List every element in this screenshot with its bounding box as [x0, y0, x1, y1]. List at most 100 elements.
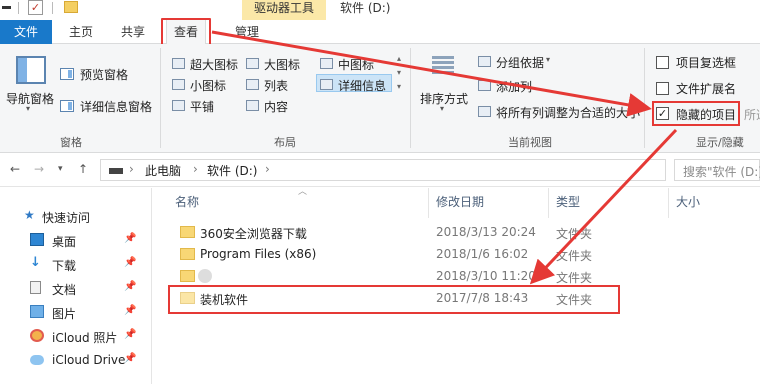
- file-extensions-label[interactable]: 文件扩展名: [676, 80, 736, 97]
- nav-item-pictures[interactable]: 图片 📌: [0, 302, 152, 324]
- folder-icon: [180, 270, 195, 282]
- nav-item-label: 快速访问: [42, 211, 91, 225]
- table-row[interactable]: 360安全浏览器下载 2018/3/13 20:24 文件夹: [170, 222, 750, 244]
- layout-content[interactable]: 内容: [264, 98, 288, 115]
- add-columns-button[interactable]: 添加列: [496, 78, 532, 95]
- new-folder-icon[interactable]: [64, 1, 78, 13]
- layout-list[interactable]: 列表: [264, 77, 288, 94]
- panes-group-label: 窗格: [60, 136, 82, 149]
- column-header-date[interactable]: 修改日期: [436, 193, 484, 210]
- file-type: 文件夹: [556, 227, 593, 241]
- pin-icon[interactable]: 📌: [124, 353, 136, 364]
- details-pane-button[interactable]: 详细信息窗格: [80, 98, 152, 115]
- recent-locations-icon[interactable]: ▾: [58, 161, 63, 177]
- group-by-icon: [478, 56, 491, 67]
- file-date: 2018/3/13 20:24: [436, 225, 536, 239]
- layout-extra-large-icons[interactable]: 超大图标: [190, 56, 238, 73]
- title-strip: ✓ 驱动器工具 软件 (D:): [0, 0, 760, 20]
- column-separator[interactable]: [428, 188, 429, 218]
- file-date: 2018/3/10 11:20: [436, 269, 536, 283]
- preview-pane-button[interactable]: 预览窗格: [80, 66, 128, 83]
- window-title: 软件 (D:): [340, 1, 391, 15]
- drive-tools-context-label: 驱动器工具: [242, 0, 326, 20]
- layout-large-icons[interactable]: 大图标: [264, 56, 300, 73]
- layout-small-icons[interactable]: 小图标: [190, 77, 226, 94]
- nav-item-icloud-drive[interactable]: iCloud Drive 📌: [0, 350, 152, 372]
- nav-item-downloads[interactable]: ↓ 下载 📌: [0, 254, 152, 276]
- list-icon: [246, 79, 259, 90]
- nav-item-label: 下载: [52, 259, 77, 273]
- extra-large-icons-icon: [172, 58, 185, 69]
- pin-icon[interactable]: 📌: [124, 233, 136, 244]
- group-by-button[interactable]: 分组依据: [496, 54, 544, 71]
- file-type: 文件夹: [556, 271, 593, 285]
- file-extensions-checkbox[interactable]: [656, 82, 669, 95]
- ribbon: 导航窗格 ▾ 预览窗格 详细信息窗格 窗格 超大图标 大图标 中图标 小图标 列…: [0, 44, 760, 153]
- current-view-group-label: 当前视图: [508, 136, 552, 149]
- navigation-row: ← → ▾ ↑ › 此电脑 › 软件 (D:) › 搜索"软件 (D:)": [0, 153, 760, 187]
- breadcrumb-drive[interactable]: 软件 (D:): [207, 162, 257, 179]
- layout-details[interactable]: 详细信息: [338, 77, 386, 94]
- layout-gallery-scroll[interactable]: ▴ ▾ ▾: [394, 52, 404, 96]
- tab-manage[interactable]: 管理: [226, 20, 268, 44]
- show-hide-group-label: 显示/隐藏: [696, 136, 744, 149]
- tab-home[interactable]: 主页: [60, 20, 102, 44]
- group-separator: [410, 48, 411, 148]
- column-separator[interactable]: [548, 188, 549, 218]
- layout-tiles[interactable]: 平铺: [190, 98, 214, 115]
- nav-item-label: 图片: [52, 307, 77, 321]
- icloud-photos-icon: [30, 329, 44, 342]
- layout-group-label: 布局: [274, 136, 296, 149]
- search-placeholder: 搜索"软件 (D:)": [683, 165, 760, 179]
- size-columns-icon: [478, 106, 491, 117]
- column-header-size[interactable]: 大小: [676, 193, 700, 210]
- column-separator[interactable]: [668, 188, 669, 218]
- breadcrumb-separator: ›: [265, 162, 270, 176]
- pin-icon[interactable]: 📌: [124, 329, 136, 340]
- add-columns-icon: [478, 80, 491, 91]
- pin-icon[interactable]: 📌: [124, 305, 136, 316]
- sort-ascending-icon: ︿: [298, 187, 308, 197]
- pin-icon[interactable]: 📌: [124, 257, 136, 268]
- sort-by-icon: [432, 54, 460, 80]
- tab-share[interactable]: 共享: [112, 20, 154, 44]
- pin-icon[interactable]: 📌: [124, 281, 136, 292]
- nav-item-desktop[interactable]: 桌面 📌: [0, 230, 152, 252]
- properties-check-icon[interactable]: ✓: [28, 0, 43, 15]
- file-type: 文件夹: [556, 249, 593, 263]
- chevron-down-icon[interactable]: ▾: [26, 104, 30, 113]
- item-checkboxes-label[interactable]: 项目复选框: [676, 54, 736, 71]
- item-checkboxes-checkbox[interactable]: [656, 56, 669, 69]
- chevron-down-icon[interactable]: ▾: [440, 104, 444, 113]
- preview-pane-icon: [60, 68, 74, 80]
- folder-icon: [180, 226, 195, 238]
- tab-file[interactable]: 文件: [0, 20, 52, 44]
- system-menu-icon[interactable]: [2, 6, 11, 9]
- drive-icon: [109, 168, 123, 174]
- ribbon-tab-row: 文件 主页 共享 查看 管理: [0, 20, 760, 44]
- back-icon[interactable]: ←: [10, 161, 20, 177]
- file-name: Program Files (x86): [200, 247, 317, 261]
- details-view-icon: [320, 79, 333, 90]
- chevron-down-icon[interactable]: ▾: [546, 55, 550, 64]
- hide-selected-button[interactable]: 所选: [744, 106, 760, 123]
- search-input[interactable]: 搜索"软件 (D:)": [674, 159, 760, 181]
- forward-icon[interactable]: →: [34, 161, 44, 177]
- details-pane-icon: [60, 100, 74, 112]
- nav-item-quick-access[interactable]: ★ 快速访问: [0, 206, 152, 228]
- small-icons-icon: [172, 79, 185, 90]
- breadcrumb-separator: ›: [129, 162, 134, 176]
- layout-medium-icons[interactable]: 中图标: [338, 56, 374, 73]
- address-bar[interactable]: › 此电脑 › 软件 (D:) ›: [100, 159, 666, 181]
- view-tab-annotation-box: [161, 18, 211, 46]
- size-all-columns-button[interactable]: 将所有列调整为合适的大小: [496, 104, 640, 121]
- column-header-type[interactable]: 类型: [556, 193, 580, 210]
- up-icon[interactable]: ↑: [78, 161, 88, 177]
- nav-item-icloud-photos[interactable]: iCloud 照片 📌: [0, 326, 152, 348]
- breadcrumb-this-pc[interactable]: 此电脑: [145, 162, 181, 179]
- quick-access-separator: [18, 2, 19, 14]
- nav-item-documents[interactable]: 文档 📌: [0, 278, 152, 300]
- table-row[interactable]: Program Files (x86) 2018/1/6 16:02 文件夹: [170, 244, 750, 266]
- column-header-name[interactable]: 名称: [175, 193, 199, 210]
- navigation-pane-icon[interactable]: [16, 56, 46, 84]
